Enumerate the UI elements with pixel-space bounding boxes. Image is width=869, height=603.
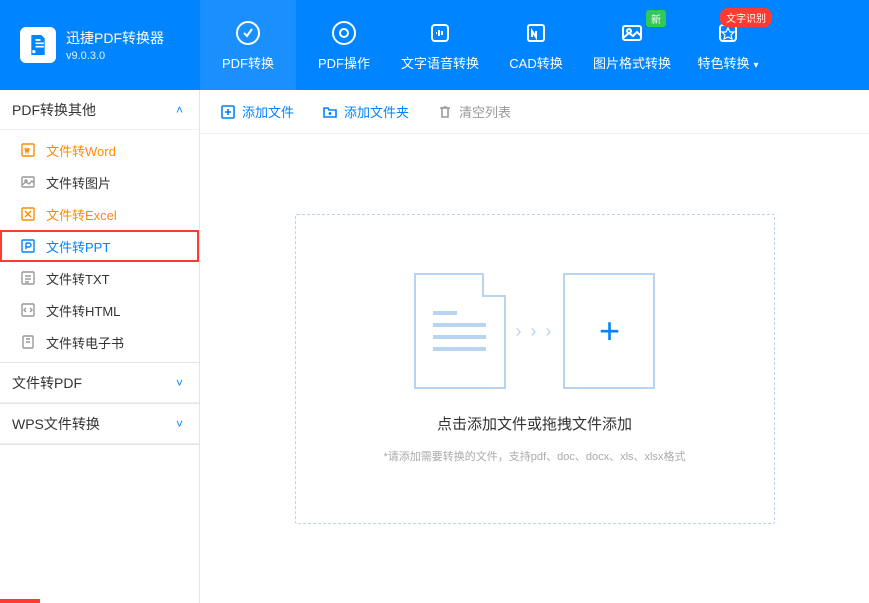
dropzone-subtitle: *请添加需要转换的文件，支持pdf、doc、docx、xls、xlsx格式: [384, 448, 686, 464]
html-icon: [20, 302, 36, 318]
plus-file-icon: [220, 104, 236, 120]
gear-icon: [330, 19, 358, 47]
word-icon: [20, 142, 36, 158]
button-label: 清空列表: [459, 102, 511, 121]
app-logo-icon: [20, 27, 56, 63]
toolbar: 添加文件 添加文件夹 清空列表: [200, 90, 869, 134]
sidebar-item-txt[interactable]: 文件转TXT: [0, 262, 199, 294]
sidebar-section-to-pdf[interactable]: 文件转PDF ˅: [0, 363, 199, 403]
sidebar-item-label: 文件转图片: [46, 173, 111, 192]
sidebar-item-ppt[interactable]: 文件转PPT: [0, 230, 199, 262]
plus-folder-icon: [322, 104, 338, 120]
plus-icon: +: [599, 310, 620, 352]
sidebar-item-label: 文件转Excel: [46, 205, 117, 224]
txt-icon: [20, 270, 36, 286]
sidebar-item-excel[interactable]: 文件转Excel: [0, 198, 199, 230]
tab-label: 文字语音转换: [401, 53, 479, 72]
dropzone-title: 点击添加文件或拖拽文件添加: [437, 413, 632, 434]
tab-label: PDF转换: [222, 53, 274, 72]
tab-text-audio[interactable]: 文字语音转换: [392, 0, 488, 90]
accent-bar: [0, 599, 40, 603]
tab-image-format[interactable]: 新 图片格式转换: [584, 0, 680, 90]
sidebar-item-label: 文件转TXT: [46, 269, 110, 288]
logo-block: 迅捷PDF转换器 v9.0.3.0: [0, 0, 200, 90]
convert-icon: [234, 19, 262, 47]
audio-icon: [426, 19, 454, 47]
section-title: PDF转换其他: [12, 100, 96, 120]
tab-label: 图片格式转换: [593, 53, 671, 72]
clear-list-button[interactable]: 清空列表: [437, 102, 511, 121]
section-title: WPS文件转换: [12, 414, 100, 434]
book-icon: [20, 334, 36, 350]
tab-label: CAD转换: [509, 53, 562, 72]
sidebar-item-image[interactable]: 文件转图片: [0, 166, 199, 198]
tab-label: 特色转换▾: [697, 53, 758, 72]
sidebar-section-pdf-to-other[interactable]: PDF转换其他 ˄: [0, 90, 199, 130]
sidebar-item-label: 文件转电子书: [46, 333, 124, 352]
cad-icon: [522, 19, 550, 47]
arrows-icon: › › ›: [516, 321, 554, 342]
sidebar-item-word[interactable]: 文件转Word: [0, 134, 199, 166]
sidebar-item-label: 文件转HTML: [46, 301, 120, 320]
excel-icon: [20, 206, 36, 222]
tab-cad[interactable]: CAD转换: [488, 0, 584, 90]
section-title: 文件转PDF: [12, 373, 82, 393]
sidebar: PDF转换其他 ˄ 文件转Word 文件转图片 文件转Excel 文件转PPT: [0, 90, 200, 603]
main-content: 添加文件 添加文件夹 清空列表 › › › +: [200, 90, 869, 603]
add-file-button[interactable]: 添加文件: [220, 102, 294, 121]
button-label: 添加文件: [242, 102, 294, 121]
app-header: 迅捷PDF转换器 v9.0.3.0 PDF转换 PDF操作 文字语音转换 CAD…: [0, 0, 869, 90]
dropzone-illustration: › › › +: [414, 273, 656, 389]
file-dropzone[interactable]: › › › + 点击添加文件或拖拽文件添加 *请添加需要转换的文件，支持pdf、…: [295, 214, 775, 524]
sidebar-item-label: 文件转PPT: [46, 237, 110, 256]
image-icon: [20, 174, 36, 190]
badge-ocr: 文字识别: [720, 8, 772, 27]
divider: [0, 444, 199, 445]
ppt-icon: [20, 238, 36, 254]
sidebar-section-wps[interactable]: WPS文件转换 ˅: [0, 404, 199, 444]
main-tabs: PDF转换 PDF操作 文字语音转换 CAD转换 新 图片格式转换 文字识别 特…: [200, 0, 776, 90]
target-file-icon: +: [563, 273, 655, 389]
source-file-icon: [414, 273, 506, 389]
tab-label: PDF操作: [318, 53, 370, 72]
sidebar-item-html[interactable]: 文件转HTML: [0, 294, 199, 326]
tab-special[interactable]: 文字识别 特色转换▾: [680, 0, 776, 90]
trash-icon: [437, 104, 453, 120]
sidebar-items: 文件转Word 文件转图片 文件转Excel 文件转PPT 文件转TXT 文件转…: [0, 130, 199, 362]
add-folder-button[interactable]: 添加文件夹: [322, 102, 409, 121]
badge-new: 新: [646, 10, 666, 27]
app-title: 迅捷PDF转换器: [66, 28, 164, 48]
app-version: v9.0.3.0: [66, 50, 164, 62]
image-icon: [618, 19, 646, 47]
chevron-down-icon: ˅: [176, 376, 183, 390]
sidebar-item-ebook[interactable]: 文件转电子书: [0, 326, 199, 358]
chevron-down-icon: ˅: [176, 417, 183, 431]
button-label: 添加文件夹: [344, 102, 409, 121]
chevron-down-icon: ▾: [753, 60, 758, 71]
chevron-up-icon: ˄: [176, 103, 183, 117]
tab-pdf-operate[interactable]: PDF操作: [296, 0, 392, 90]
tab-pdf-convert[interactable]: PDF转换: [200, 0, 296, 90]
sidebar-item-label: 文件转Word: [46, 141, 116, 160]
